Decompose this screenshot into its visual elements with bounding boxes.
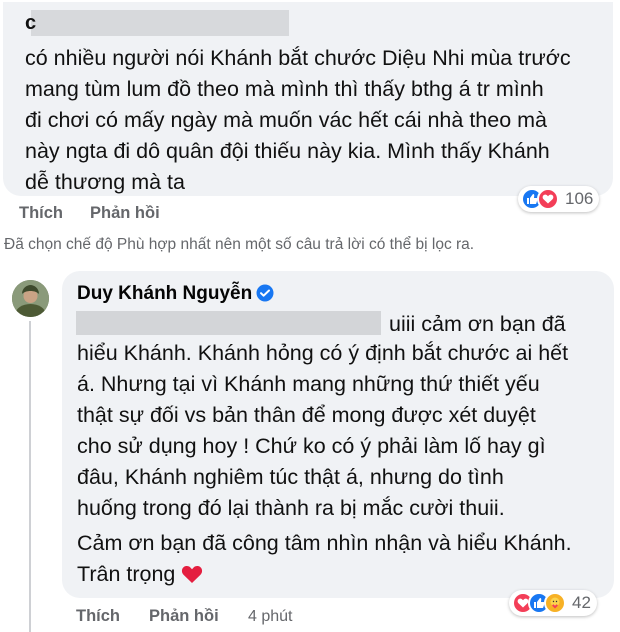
like-button[interactable]: Thích [19, 204, 63, 223]
redacted-author-name [31, 10, 289, 36]
care-icon [544, 592, 566, 614]
thread-connector [29, 321, 31, 632]
reply-reaction-count: 42 [572, 593, 591, 612]
comment-text: có nhiều người nói Khánh bắt chước Diệu … [25, 46, 571, 194]
reply-first-line: uiii cảm ơn bạn đã [389, 312, 566, 336]
filter-notice: Đã chọn chế độ Phù hợp nhất nên một số c… [4, 236, 475, 253]
reply-bubble: Duy Khánh Nguyễn uiii cảm ơn bạn đã hiểu… [62, 271, 614, 598]
avatar[interactable] [12, 280, 49, 317]
reply-closing: Cảm ơn bạn đã công tâm nhìn nhận và hiểu… [77, 528, 572, 593]
heart-emoji [181, 562, 203, 593]
author-initial: c [25, 12, 37, 34]
reply-reaction-summary[interactable]: 42 [509, 590, 597, 616]
verified-badge-icon [256, 284, 274, 308]
comment-bubble: c có nhiều người nói Khánh bắt chước Diệ… [3, 2, 613, 196]
reply-reply-button[interactable]: Phản hồi [149, 607, 219, 626]
reaction-count: 106 [565, 189, 594, 208]
reply-button[interactable]: Phản hồi [90, 204, 160, 223]
redacted-mention [76, 311, 381, 335]
author-name[interactable]: Duy Khánh Nguyễn [77, 283, 274, 308]
author-name-text[interactable]: Duy Khánh Nguyễn [77, 283, 252, 304]
reaction-summary[interactable]: 106 [518, 186, 600, 212]
reply-like-button[interactable]: Thích [76, 607, 120, 626]
love-icon [537, 188, 559, 210]
reply-text: hiểu Khánh. Khánh hỏng có ý định bắt chư… [77, 341, 569, 520]
reply-closing-text: Cảm ơn bạn đã công tâm nhìn nhận và hiểu… [77, 531, 572, 586]
reply-timestamp[interactable]: 4 phút [248, 608, 292, 626]
